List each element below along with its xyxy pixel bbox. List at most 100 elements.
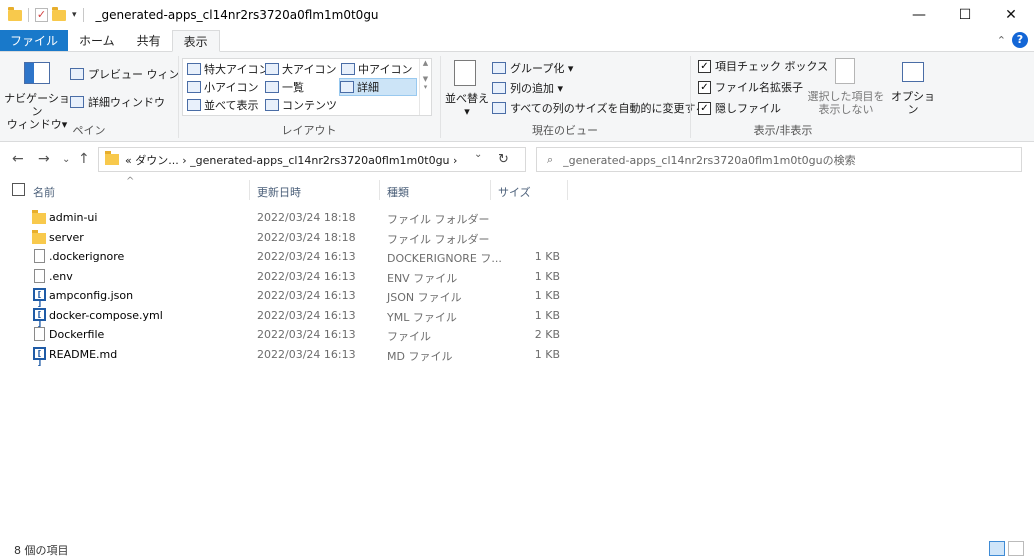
sort-chevron-icon: ▾: [464, 105, 470, 118]
file-name: Dockerfile: [49, 328, 105, 341]
table-row[interactable]: .env 2022/03/24 16:13 ENV ファイル 1 KB: [28, 267, 568, 286]
navigation-pane-icon[interactable]: [24, 62, 50, 84]
table-row[interactable]: server 2022/03/24 18:18 ファイル フォルダー: [28, 228, 568, 247]
table-row[interactable]: [ ] ampconfig.json 2022/03/24 16:13 JSON ファ…: [28, 286, 568, 308]
file-icon: [34, 249, 45, 263]
file-type: JSON ファイル: [387, 291, 462, 304]
checkbox-checked-icon: ✓: [698, 80, 711, 94]
address-row: ← → ⌄ ↑ « ダウン... › _generated-apps_cl14n…: [0, 143, 1034, 175]
help-icon[interactable]: ?: [1012, 32, 1028, 48]
new-folder-icon[interactable]: [52, 6, 66, 21]
details-view-icon[interactable]: [989, 541, 1005, 556]
hide-selected-label-2: 表示しない: [818, 103, 874, 116]
window-title: _generated-apps_cl14nr2rs3720a0flm1m0t0g…: [95, 8, 379, 22]
hidden-files-toggle[interactable]: ✓ 隠しファイル: [698, 100, 781, 116]
file-list: 名前 ^ 更新日時 種類 サイズ admin-ui 2022/03/24 18:1…: [0, 176, 1034, 538]
divider: [28, 8, 29, 22]
nav-pane-label: ナビゲーション: [4, 92, 70, 118]
group-by-label: グループ化 ▾: [510, 62, 574, 75]
options-button[interactable]: オプション: [886, 90, 940, 116]
collapse-ribbon-icon[interactable]: ⌃: [997, 34, 1006, 47]
table-row[interactable]: .dockerignore 2022/03/24 16:13 DOCKERIGNOR…: [28, 247, 568, 266]
details-pane-button[interactable]: 詳細ウィンドウ: [70, 94, 165, 110]
up-arrow-icon[interactable]: ↑: [78, 151, 90, 167]
maximize-button[interactable]: ☐: [942, 0, 988, 30]
refresh-icon[interactable]: ↻: [498, 152, 509, 167]
forward-arrow-icon[interactable]: →: [38, 151, 50, 167]
fit-columns-button[interactable]: すべての列のサイズを自動的に変更する: [492, 100, 706, 116]
file-type: ファイル フォルダー: [387, 232, 490, 246]
column-header: 名前 ^ 更新日時 種類 サイズ: [0, 176, 570, 202]
tab-file[interactable]: ファイル: [0, 30, 69, 51]
customize-toolbar-chevron-icon[interactable]: ▾: [72, 10, 77, 20]
current-view-group-label: 現在のビュー: [532, 124, 598, 137]
hide-selected-button[interactable]: 選択した項目を 表示しない: [806, 90, 886, 116]
column-modified[interactable]: 更新日時: [257, 184, 301, 200]
code-file-icon: [ ]: [33, 288, 46, 308]
close-button[interactable]: ✕: [988, 0, 1034, 30]
file-icon: [34, 268, 45, 283]
search-icon: ⌕: [547, 152, 554, 166]
table-row[interactable]: Dockerfile 2022/03/24 16:13 ファイル 2 KB: [28, 325, 568, 344]
tab-view[interactable]: 表示: [171, 30, 220, 52]
pane-group: ナビゲーション ウィンドウ▾ プレビュー ウィンドウ 詳細ウィンドウ ペイン: [0, 52, 202, 142]
item-checkbox-label: 項目チェック ボックス: [715, 60, 829, 73]
current-view-group: 並べ替え ▾ グループ化 ▾ 列の追加 ▾ すべての列のサイズを自動的に変更する…: [440, 52, 706, 142]
column-divider[interactable]: [490, 180, 491, 200]
file-modified: 2022/03/24 18:18: [257, 230, 356, 244]
show-hide-group: ✓ 項目チェック ボックス ✓ ファイル名拡張子 ✓ 隠しファイル 選択した項目…: [690, 52, 942, 142]
checkbox-checked-icon: ✓: [698, 59, 711, 73]
select-all-checkbox[interactable]: [12, 183, 25, 196]
file-extension-toggle[interactable]: ✓ ファイル名拡張子: [698, 79, 803, 95]
group-by-button[interactable]: グループ化 ▾: [492, 60, 573, 76]
column-divider[interactable]: [379, 180, 380, 200]
item-checkbox-toggle[interactable]: ✓ 項目チェック ボックス: [698, 58, 828, 74]
file-name: README.md: [49, 347, 118, 361]
large-icons-view-icon[interactable]: [1008, 541, 1024, 556]
file-extension-label: ファイル名拡張子: [715, 81, 803, 94]
column-name[interactable]: 名前: [33, 184, 243, 200]
file-name: .env: [49, 269, 73, 283]
column-type[interactable]: 種類: [387, 184, 409, 200]
file-name: .dockerignore: [49, 250, 125, 263]
file-modified: 2022/03/24 16:13: [257, 308, 356, 322]
table-row[interactable]: [ ] docker-compose.yml 2022/03/24 16:13 YML…: [28, 306, 568, 328]
file-icon: [34, 327, 45, 341]
divider: [82, 8, 84, 22]
file-type: ファイル: [387, 330, 431, 343]
preview-pane-icon: [70, 68, 84, 80]
table-row[interactable]: admin-ui 2022/03/24 18:18 ファイル フォルダー: [28, 208, 568, 227]
show-hide-group-label: 表示/非表示: [753, 124, 813, 137]
file-modified: 2022/03/24 16:13: [257, 289, 356, 302]
pane-group-label: ペイン: [72, 124, 106, 137]
file-type: YML ファイル: [387, 310, 457, 324]
recent-locations-chevron-icon[interactable]: ⌄: [62, 154, 70, 165]
add-column-button[interactable]: 列の追加 ▾: [492, 80, 563, 96]
file-modified: 2022/03/24 16:13: [257, 269, 356, 283]
table-row[interactable]: [ ] README.md 2022/03/24 16:13 MD ファイル 1 KB: [28, 345, 568, 367]
tab-home[interactable]: ホーム: [68, 30, 126, 51]
search-input[interactable]: ⌕ _generated-apps_cl14nr2rs3720a0flm1m0t…: [536, 147, 1022, 172]
file-size: 1 KB: [534, 269, 560, 283]
properties-icon[interactable]: ✓: [35, 8, 48, 22]
back-arrow-icon[interactable]: ←: [12, 151, 24, 167]
checkbox-checked-icon: ✓: [698, 101, 711, 115]
minimize-button[interactable]: —: [896, 0, 942, 30]
address-bar[interactable]: « ダウン... › _generated-apps_cl14nr2rs3720…: [98, 147, 526, 172]
add-column-icon: [492, 82, 506, 94]
file-type: ファイル フォルダー: [387, 213, 490, 226]
tab-share[interactable]: 共有: [126, 30, 172, 51]
column-size[interactable]: サイズ: [498, 184, 531, 200]
quick-access-toolbar: ✓ ▾: [0, 6, 86, 22]
details-pane-label: 詳細ウィンドウ: [88, 96, 165, 109]
column-divider[interactable]: [249, 180, 250, 200]
column-divider[interactable]: [567, 180, 568, 200]
group-by-icon: [492, 62, 506, 74]
fit-columns-label: すべての列のサイズを自動的に変更する: [510, 102, 707, 115]
hide-selected-icon: [835, 58, 855, 84]
file-name: admin-ui: [49, 211, 98, 224]
sort-icon[interactable]: [454, 60, 476, 86]
file-size: 1 KB: [534, 289, 560, 302]
sort-by-button[interactable]: 並べ替え ▾: [444, 92, 490, 118]
breadcrumb[interactable]: « ダウン... › _generated-apps_cl14nr2rs3720…: [125, 152, 457, 168]
